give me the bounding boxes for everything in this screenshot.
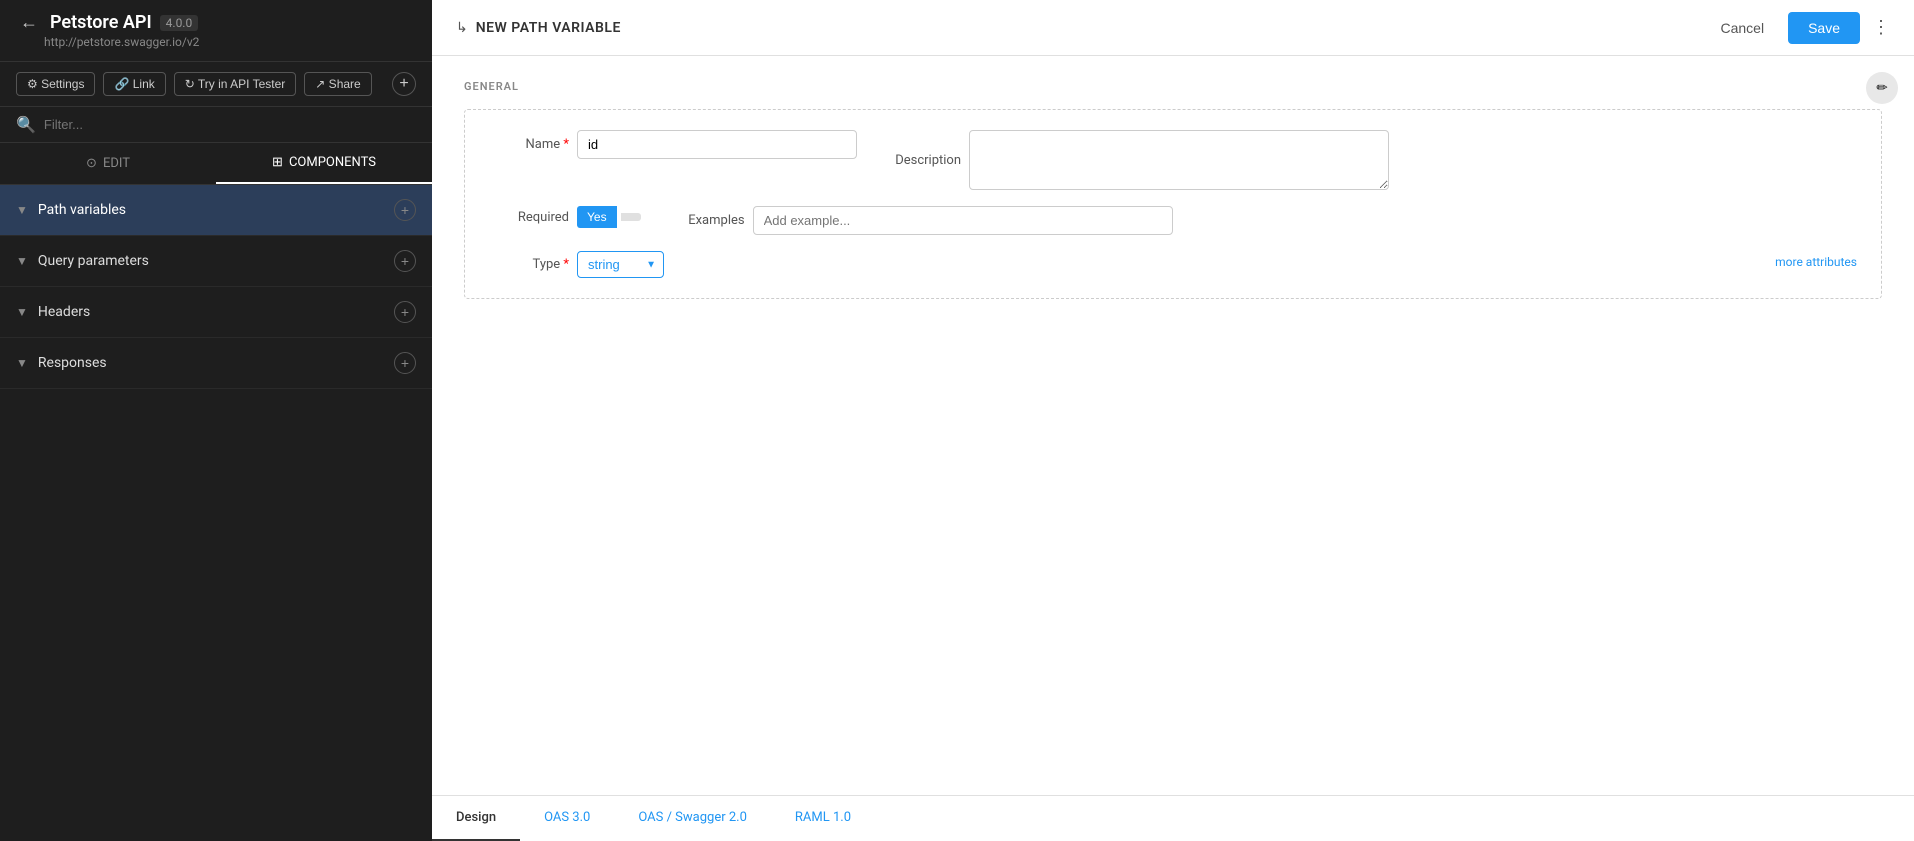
required-examples-row: Required Yes Examples <box>489 206 1857 235</box>
search-input[interactable] <box>44 117 416 132</box>
main-footer: Design OAS 3.0 OAS / Swagger 2.0 RAML 1.… <box>432 795 1914 841</box>
name-field: Name * <box>489 130 857 159</box>
section-responses: ▼ Responses + <box>0 338 432 389</box>
save-button[interactable]: Save <box>1788 12 1860 44</box>
api-url: http://petstore.swagger.io/v2 <box>44 35 416 49</box>
main-content: ↳ NEW PATH VARIABLE Cancel Save ⋮ GENERA… <box>432 0 1914 841</box>
responses-label: Responses <box>38 355 394 371</box>
tab-components[interactable]: ⊞ COMPONENTS <box>216 143 432 184</box>
add-round-button[interactable]: + <box>392 72 416 96</box>
path-variables-label: Path variables <box>38 202 394 218</box>
type-row: Type * string integer number boolean arr… <box>489 251 1857 278</box>
footer-tab-oas3[interactable]: OAS 3.0 <box>520 796 614 841</box>
required-label: Required <box>489 210 569 225</box>
section-query-parameters: ▼ Query parameters + <box>0 236 432 287</box>
sidebar: ← Petstore API 4.0.0 http://petstore.swa… <box>0 0 432 841</box>
type-select[interactable]: string integer number boolean array obje… <box>577 251 664 278</box>
right-panel: ↳ NEW PATH VARIABLE Cancel Save ⋮ GENERA… <box>432 0 1914 841</box>
type-select-wrapper: string integer number boolean array obje… <box>577 251 664 278</box>
general-label: GENERAL <box>464 80 1882 93</box>
description-field: Description <box>881 130 1857 190</box>
sidebar-sections: ▼ Path variables + ▼ Query parameters + … <box>0 185 432 841</box>
section-headers: ▼ Headers + <box>0 287 432 338</box>
edit-tab-icon: ⊙ <box>86 156 97 171</box>
examples-input[interactable] <box>753 206 1173 235</box>
add-query-param-button[interactable]: + <box>394 250 416 272</box>
more-options-button[interactable]: ⋮ <box>1872 17 1890 38</box>
footer-tab-design[interactable]: Design <box>432 796 520 841</box>
edit-tab-label: EDIT <box>103 156 130 171</box>
search-icon: 🔍 <box>16 115 36 134</box>
chevron-down-icon-2: ▼ <box>16 254 28 268</box>
form-container: Name * Description Required Yes <box>464 109 1882 299</box>
back-button[interactable]: ← <box>16 12 42 33</box>
query-parameters-header[interactable]: ▼ Query parameters + <box>0 236 432 286</box>
query-parameters-label: Query parameters <box>38 253 394 269</box>
sidebar-tabs: ⊙ EDIT ⊞ COMPONENTS <box>0 143 432 185</box>
more-attributes-link[interactable]: more attributes <box>1775 255 1857 269</box>
pencil-icon: ✏ <box>1876 80 1887 96</box>
section-path-variables: ▼ Path variables + <box>0 185 432 236</box>
type-field: Type * string integer number boolean arr… <box>489 251 664 278</box>
required-toggle: Yes <box>577 206 641 228</box>
examples-label: Examples <box>665 213 745 228</box>
api-title: Petstore API <box>50 12 152 33</box>
edit-icon-button[interactable]: ✏ <box>1866 72 1898 104</box>
sidebar-header: ← Petstore API 4.0.0 http://petstore.swa… <box>0 0 432 62</box>
chevron-down-icon: ▼ <box>16 203 28 217</box>
sidebar-actions: ⚙ Settings 🔗 Link ↻ Try in API Tester ↗ … <box>0 62 432 107</box>
name-description-row: Name * Description <box>489 130 1857 190</box>
share-button[interactable]: ↗ Share <box>304 72 371 96</box>
required-field: Required Yes <box>489 206 641 228</box>
description-textarea[interactable] <box>969 130 1389 190</box>
headers-label: Headers <box>38 304 394 320</box>
chevron-down-icon-4: ▼ <box>16 356 28 370</box>
add-response-button[interactable]: + <box>394 352 416 374</box>
new-path-title: NEW PATH VARIABLE <box>476 20 1709 36</box>
search-bar: 🔍 <box>0 107 432 143</box>
chevron-down-icon-3: ▼ <box>16 305 28 319</box>
name-input[interactable] <box>577 130 857 159</box>
add-header-button[interactable]: + <box>394 301 416 323</box>
type-label: Type * <box>489 257 569 272</box>
required-yes-button[interactable]: Yes <box>577 206 617 228</box>
headers-header[interactable]: ▼ Headers + <box>0 287 432 337</box>
required-no-button[interactable] <box>621 213 641 221</box>
name-required: * <box>560 137 569 152</box>
try-in-tester-button[interactable]: ↻ Try in API Tester <box>174 72 297 96</box>
path-variables-header[interactable]: ▼ Path variables + <box>0 185 432 235</box>
components-tab-icon: ⊞ <box>272 155 283 170</box>
responses-header[interactable]: ▼ Responses + <box>0 338 432 388</box>
main-header: ↳ NEW PATH VARIABLE Cancel Save ⋮ <box>432 0 1914 56</box>
link-button[interactable]: 🔗 Link <box>103 72 165 96</box>
footer-tab-raml1[interactable]: RAML 1.0 <box>771 796 875 841</box>
api-version: 4.0.0 <box>160 15 199 31</box>
examples-field: Examples <box>665 206 1857 235</box>
main-body: GENERAL Name * Description <box>432 56 1914 795</box>
tab-edit[interactable]: ⊙ EDIT <box>0 143 216 184</box>
description-label: Description <box>881 153 961 168</box>
cancel-button[interactable]: Cancel <box>1708 14 1776 42</box>
new-path-icon: ↳ <box>456 20 468 36</box>
settings-button[interactable]: ⚙ Settings <box>16 72 95 96</box>
name-label: Name * <box>489 137 569 152</box>
add-path-variable-button[interactable]: + <box>394 199 416 221</box>
footer-tab-oas-swagger2[interactable]: OAS / Swagger 2.0 <box>614 796 771 841</box>
components-tab-label: COMPONENTS <box>289 155 376 170</box>
